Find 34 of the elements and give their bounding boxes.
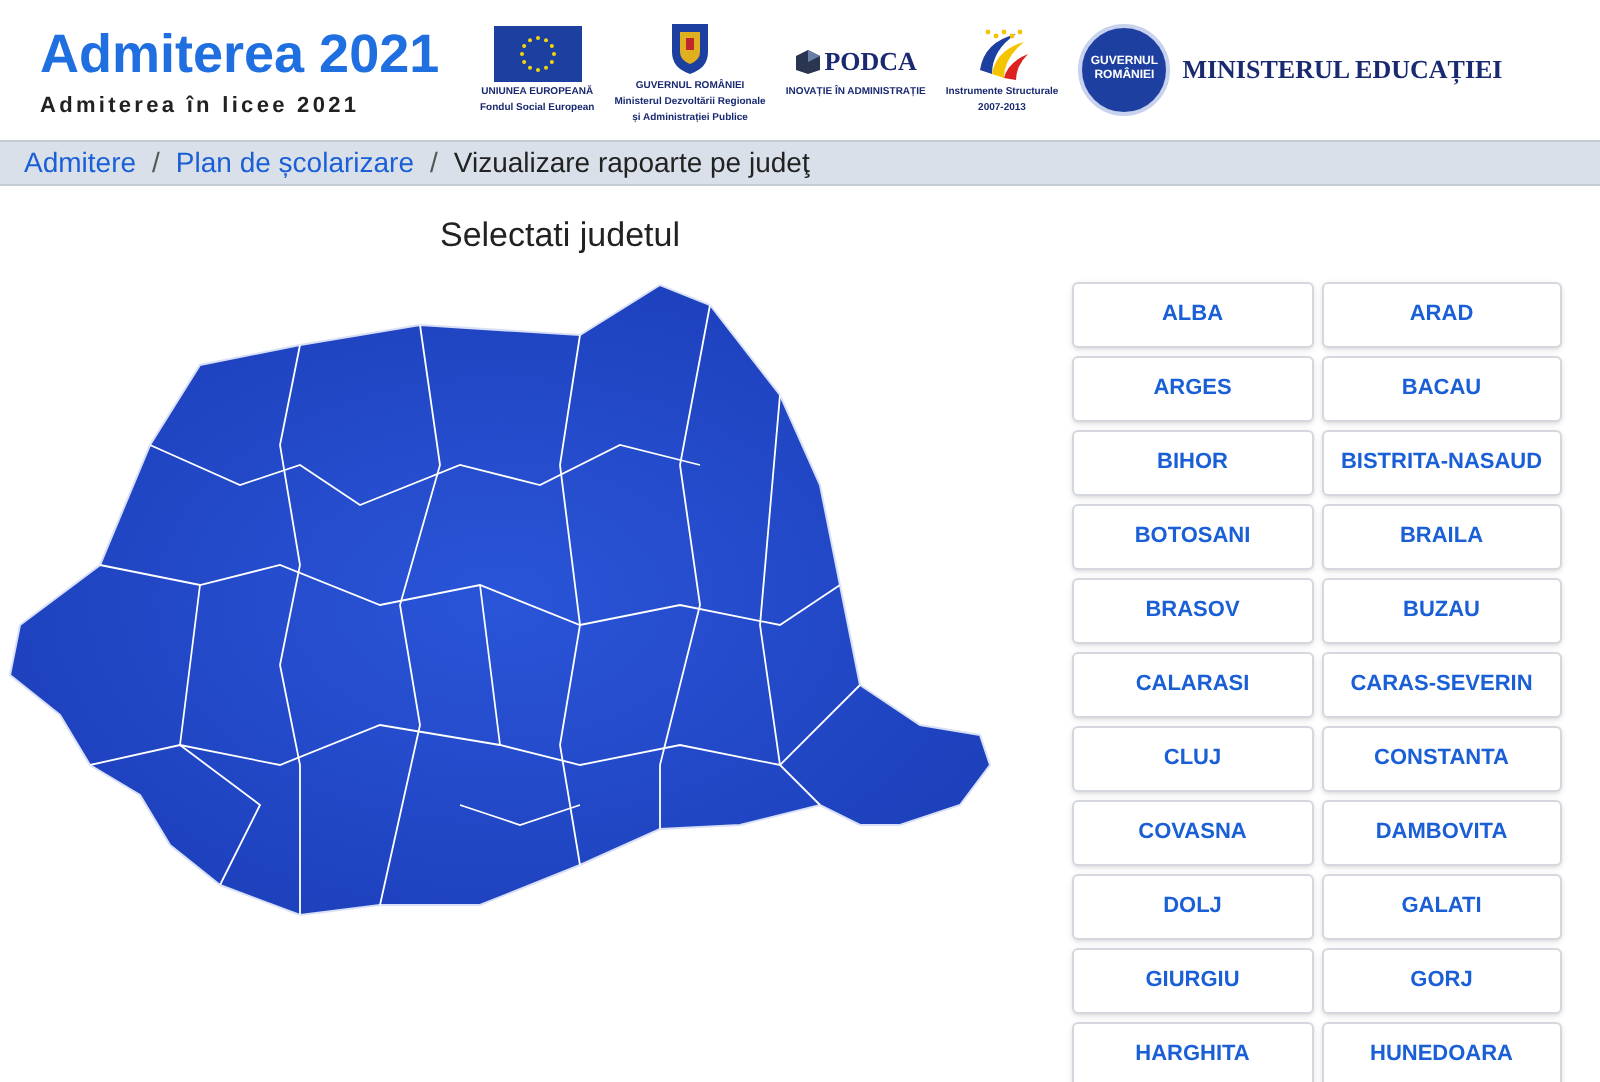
breadcrumb-separator: / bbox=[429, 144, 438, 182]
county-button[interactable]: ARGES bbox=[1072, 356, 1313, 422]
breadcrumb-separator: / bbox=[152, 144, 160, 182]
county-button[interactable]: GIURGIU bbox=[1072, 948, 1313, 1014]
ministry-name: MINISTERUL EDUCAȚIEI bbox=[1182, 52, 1503, 89]
site-title[interactable]: Admiterea 2021 bbox=[40, 17, 440, 90]
county-button[interactable]: HARGHITA bbox=[1072, 1022, 1313, 1082]
breadcrumb-link[interactable]: Admitere bbox=[24, 142, 137, 184]
county-button[interactable]: GORJ bbox=[1321, 948, 1562, 1014]
county-button[interactable]: BISTRITA-NASAUD bbox=[1321, 430, 1562, 496]
county-button[interactable]: CARAS-SEVERIN bbox=[1321, 652, 1562, 718]
county-button[interactable]: COVASNA bbox=[1072, 800, 1313, 866]
county-button[interactable]: CLUJ bbox=[1072, 726, 1313, 792]
logo-name: PODCA bbox=[824, 44, 917, 81]
county-button[interactable]: DAMBOVITA bbox=[1321, 800, 1562, 866]
breadcrumb-current: Vizualizare rapoarte pe judeţ bbox=[453, 144, 810, 182]
county-button[interactable]: ARAD bbox=[1321, 282, 1562, 348]
county-button[interactable]: BIHOR bbox=[1072, 430, 1313, 496]
county-button[interactable]: CONSTANTA bbox=[1321, 726, 1562, 792]
county-button[interactable]: BOTOSANI bbox=[1072, 504, 1313, 570]
cube-icon bbox=[794, 48, 823, 76]
county-button[interactable]: ALBA bbox=[1072, 282, 1313, 348]
eu-flag-icon bbox=[493, 26, 582, 82]
county-button[interactable]: BUZAU bbox=[1321, 578, 1562, 644]
county-button[interactable]: BRAILA bbox=[1321, 504, 1562, 570]
county-button[interactable]: HUNEDOARA bbox=[1321, 1022, 1562, 1082]
site-subtitle: Admiterea în licee 2021 bbox=[40, 91, 360, 122]
breadcrumb-link[interactable]: Plan de școlarizare bbox=[175, 142, 414, 184]
county-button[interactable]: CALARASI bbox=[1072, 652, 1313, 718]
county-button[interactable]: DOLJ bbox=[1072, 874, 1313, 940]
map-title: Selectati judetul bbox=[439, 214, 681, 258]
county-button[interactable]: GALATI bbox=[1321, 874, 1562, 940]
county-button[interactable]: BACAU bbox=[1321, 356, 1562, 422]
county-button[interactable]: BRASOV bbox=[1072, 578, 1313, 644]
